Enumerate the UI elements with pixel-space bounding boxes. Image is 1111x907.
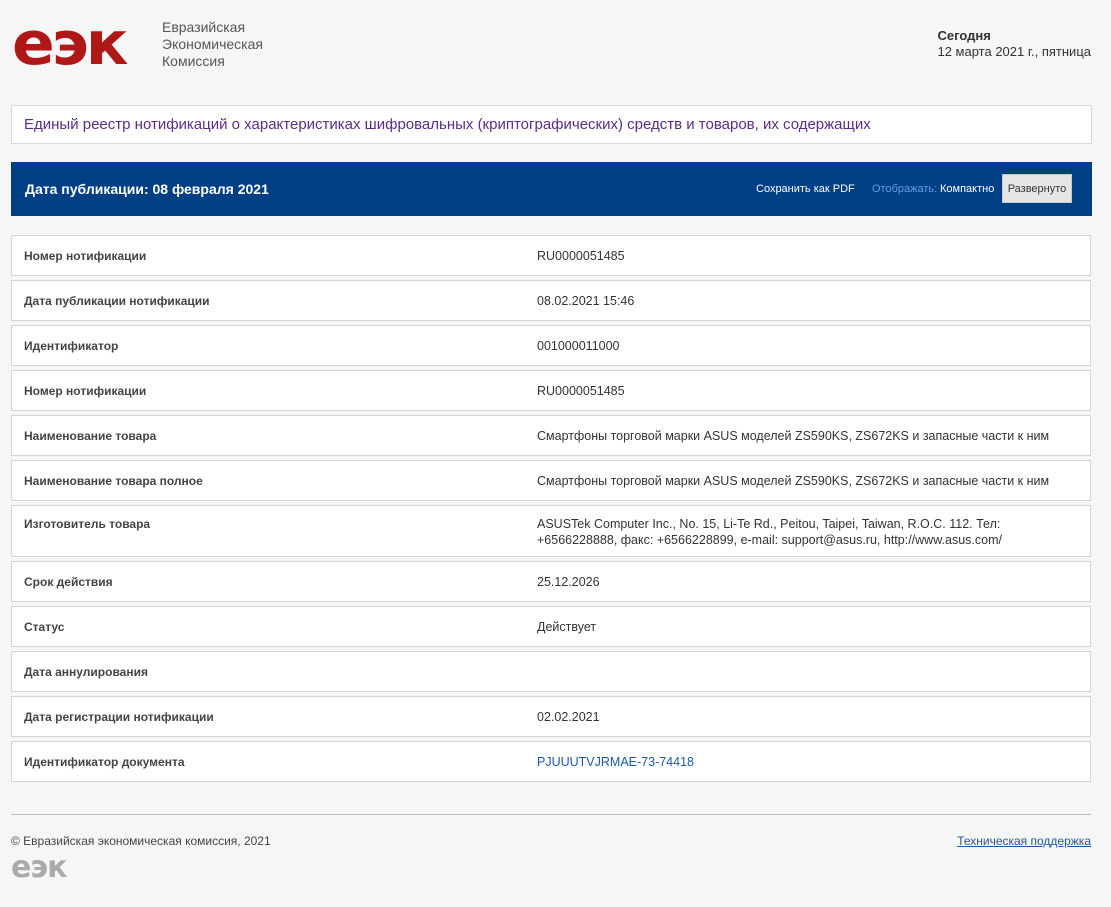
today-block: Сегодня 12 марта 2021 г., пятница [937, 28, 1091, 60]
copyright: © Евразийская экономическая комиссия, 20… [11, 834, 271, 848]
row-label: Наименование товара полное [24, 473, 203, 488]
page: еэк Евразийская Экономическая Комиссия С… [0, 0, 1111, 907]
row-value: ASUSTek Computer Inc., No. 15, Li-Te Rd.… [537, 517, 1002, 547]
row-value [537, 652, 1077, 691]
row-label: Изготовитель товара [24, 517, 151, 531]
detail-row: Дата публикации нотификации 08.02.2021 1… [11, 280, 1091, 321]
notification-details: Номер нотификации RU0000051485 Дата публ… [11, 235, 1091, 786]
detail-row: Идентификатор документа PJUUUTVJRMAE-73-… [11, 741, 1091, 782]
row-label: Номер нотификации [24, 248, 147, 263]
detail-row: Дата аннулирования [11, 651, 1091, 692]
row-value: Смартфоны торговой марки ASUS моделей ZS… [537, 473, 1050, 488]
publication-toolbar: Дата публикации: 08 февраля 2021 Сохрани… [11, 162, 1092, 216]
detail-row: Идентификатор 001000011000 [11, 325, 1091, 366]
expanded-view-button[interactable]: Развернуто [1002, 174, 1072, 203]
row-label: Идентификатор [24, 338, 119, 353]
row-value: 25.12.2026 [537, 574, 600, 589]
row-value: RU0000051485 [537, 248, 625, 263]
detail-row: Изготовитель товара ASUSTek Computer Inc… [11, 505, 1091, 557]
row-value: PJUUUTVJRMAE-73-74418 [537, 742, 1077, 781]
row-value: 02.02.2021 [537, 709, 600, 724]
publication-date: Дата публикации: 08 февраля 2021 [25, 181, 269, 197]
today-date: 12 марта 2021 г., пятница [937, 44, 1091, 59]
detail-row: Дата регистрации нотификации 02.02.2021 [11, 696, 1091, 737]
registry-title-box: Единый реестр нотификаций о характеристи… [11, 105, 1092, 144]
row-label: Номер нотификации [24, 383, 147, 398]
footer-logo: еэк [11, 850, 67, 885]
detail-row: Наименование товара полное Смартфоны тор… [11, 460, 1091, 501]
document-id-link[interactable]: PJUUUTVJRMAE-73-74418 [537, 754, 694, 770]
row-value: Действует [537, 619, 597, 634]
row-label: Статус [24, 619, 65, 634]
today-label: Сегодня [937, 28, 991, 43]
header: еэк Евразийская Экономическая Комиссия С… [0, 0, 1111, 100]
detail-row: Номер нотификации RU0000051485 [11, 370, 1091, 411]
row-label: Дата регистрации нотификации [24, 709, 214, 724]
eec-logo[interactable]: еэк [12, 14, 129, 74]
save-pdf-button[interactable]: Сохранить как PDF [756, 162, 855, 216]
technical-support-link[interactable]: Техническая поддержка [957, 834, 1091, 848]
row-label: Идентификатор документа [24, 754, 185, 769]
row-label: Наименование товара [24, 428, 157, 443]
org-name-line-2: Экономическая [162, 36, 263, 52]
org-name: Евразийская Экономическая Комиссия [162, 19, 263, 70]
detail-row: Статус Действует [11, 606, 1091, 647]
detail-row: Номер нотификации RU0000051485 [11, 235, 1091, 276]
row-label: Дата аннулирования [24, 664, 148, 679]
detail-row: Срок действия 25.12.2026 [11, 561, 1091, 602]
compact-view-button[interactable]: Компактно [940, 162, 994, 216]
row-value: 001000011000 [537, 338, 620, 353]
display-mode-label: Отображать: [872, 183, 938, 195]
row-label: Дата публикации нотификации [24, 293, 210, 308]
row-value: 08.02.2021 15:46 [537, 293, 635, 308]
registry-title: Единый реестр нотификаций о характеристи… [24, 116, 871, 133]
org-name-line-1: Евразийская [162, 19, 246, 35]
row-value: RU0000051485 [537, 383, 625, 398]
row-value: Смартфоны торговой марки ASUS моделей ZS… [537, 428, 1050, 443]
org-name-line-3: Комиссия [162, 53, 225, 69]
detail-row: Наименование товара Смартфоны торговой м… [11, 415, 1091, 456]
row-label: Срок действия [24, 574, 113, 589]
footer-divider [11, 814, 1091, 815]
